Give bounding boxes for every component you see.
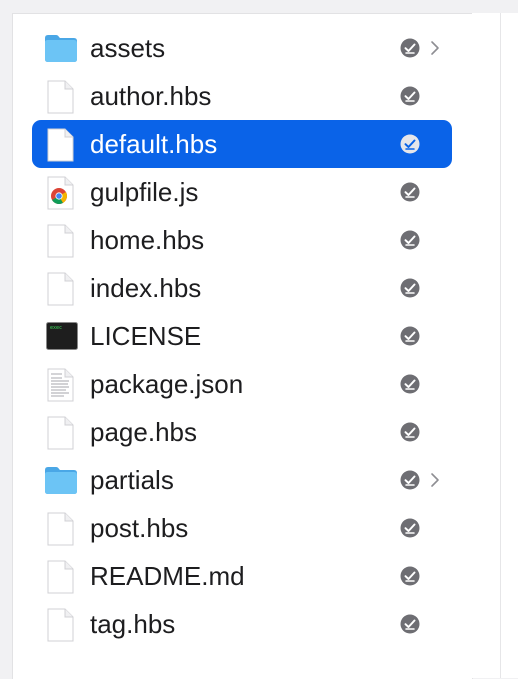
document-icon bbox=[46, 224, 78, 258]
file-name: post.hbs bbox=[90, 513, 189, 543]
file-name: gulpfile.js bbox=[90, 177, 199, 207]
sync-status-icon bbox=[400, 518, 420, 538]
file-row[interactable]: post.hbs bbox=[32, 504, 452, 552]
column-divider[interactable] bbox=[500, 13, 501, 678]
chevron-right-icon[interactable] bbox=[430, 471, 440, 489]
sync-status-icon bbox=[400, 326, 420, 346]
document-icon bbox=[46, 560, 78, 594]
document-icon bbox=[46, 608, 78, 642]
text-document-icon bbox=[46, 368, 78, 402]
file-row[interactable]: exec LICENSE bbox=[32, 312, 452, 360]
sync-status-icon bbox=[400, 182, 420, 202]
file-name: index.hbs bbox=[90, 273, 202, 303]
file-row[interactable]: page.hbs bbox=[32, 408, 452, 456]
sync-status-icon bbox=[400, 374, 420, 394]
file-row[interactable]: README.md bbox=[32, 552, 452, 600]
document-icon bbox=[46, 272, 78, 306]
preview-column bbox=[472, 13, 518, 678]
file-row[interactable]: gulpfile.js bbox=[32, 168, 452, 216]
file-name: package.json bbox=[90, 369, 244, 399]
file-name: author.hbs bbox=[90, 81, 212, 111]
file-row[interactable]: home.hbs bbox=[32, 216, 452, 264]
sync-status-icon bbox=[400, 230, 420, 250]
file-name: page.hbs bbox=[90, 417, 197, 447]
file-row[interactable]: package.json bbox=[32, 360, 452, 408]
file-name: home.hbs bbox=[90, 225, 205, 255]
folder-icon bbox=[44, 465, 77, 497]
chrome-icon bbox=[46, 176, 78, 210]
document-icon bbox=[46, 512, 78, 546]
file-name: default.hbs bbox=[90, 129, 218, 159]
svg-text:exec: exec bbox=[50, 325, 62, 331]
sync-status-icon bbox=[400, 566, 420, 586]
sync-status-icon bbox=[400, 134, 420, 154]
file-row[interactable]: tag.hbs bbox=[32, 600, 452, 648]
file-name: assets bbox=[90, 33, 166, 63]
chevron-right-icon[interactable] bbox=[430, 39, 440, 57]
document-icon bbox=[46, 416, 78, 450]
file-row[interactable]: assets bbox=[32, 24, 452, 72]
document-icon bbox=[46, 128, 78, 162]
sync-status-icon bbox=[400, 470, 420, 490]
sync-status-icon bbox=[400, 614, 420, 634]
file-row[interactable]: partials bbox=[32, 456, 452, 504]
sync-status-icon bbox=[400, 422, 420, 442]
folder-icon bbox=[44, 33, 77, 65]
file-row[interactable]: index.hbs bbox=[32, 264, 452, 312]
file-name: partials bbox=[90, 465, 174, 495]
file-name: tag.hbs bbox=[90, 609, 176, 639]
sync-status-icon bbox=[400, 278, 420, 298]
file-row[interactable]: author.hbs bbox=[32, 72, 452, 120]
file-name: README.md bbox=[90, 561, 245, 591]
sync-status-icon bbox=[400, 86, 420, 106]
terminal-icon: exec bbox=[46, 322, 78, 354]
sync-status-icon bbox=[400, 38, 420, 58]
file-row[interactable]: default.hbs bbox=[32, 120, 452, 168]
document-icon bbox=[46, 80, 78, 114]
file-name: LICENSE bbox=[90, 321, 202, 351]
